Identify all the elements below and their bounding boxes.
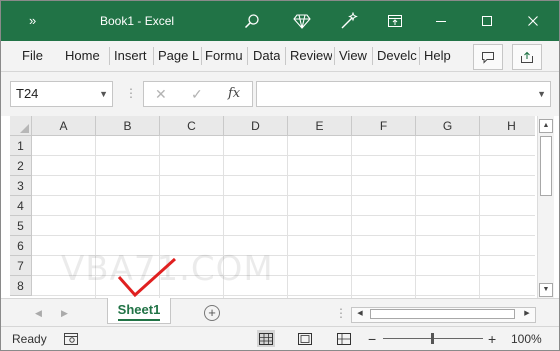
row-header[interactable]: 7 bbox=[10, 256, 32, 276]
comments-button[interactable] bbox=[473, 44, 503, 70]
tab-insert[interactable]: Insert bbox=[114, 41, 147, 71]
tab-separator bbox=[201, 47, 202, 65]
tab-view[interactable]: View bbox=[339, 41, 367, 71]
tab-split-handle-icon[interactable]: ⋮ bbox=[335, 299, 347, 327]
tab-separator bbox=[109, 47, 110, 65]
quick-access-overflow-button[interactable]: » bbox=[29, 1, 36, 41]
cancel-icon[interactable]: ✕ bbox=[155, 82, 167, 106]
tab-help[interactable]: Help bbox=[424, 41, 451, 71]
horizontal-scrollbar[interactable]: ◀ ▶ bbox=[351, 307, 536, 323]
formula-buttons: ✕ ✓ fx bbox=[143, 81, 253, 107]
tab-separator bbox=[247, 47, 248, 65]
maximize-icon[interactable] bbox=[475, 9, 499, 33]
column-header[interactable]: D bbox=[224, 116, 288, 136]
row-header[interactable]: 3 bbox=[10, 176, 32, 196]
zoom-in-button[interactable]: + bbox=[488, 327, 496, 350]
ribbon-display-icon[interactable] bbox=[383, 9, 407, 33]
expand-formula-icon[interactable]: ▼ bbox=[537, 82, 546, 106]
tab-review[interactable]: Review bbox=[290, 41, 332, 71]
zoom-slider-thumb[interactable] bbox=[431, 333, 434, 344]
column-header[interactable]: A bbox=[32, 116, 96, 136]
page-break-view-icon[interactable] bbox=[335, 330, 353, 347]
select-all-button[interactable] bbox=[10, 116, 32, 136]
zoom-level[interactable]: 100% bbox=[511, 327, 542, 350]
status-text: Ready bbox=[12, 332, 47, 346]
title-bar: » Book1 - Excel bbox=[1, 1, 559, 41]
scroll-right-button[interactable]: ▶ bbox=[520, 308, 534, 320]
column-header[interactable]: B bbox=[96, 116, 160, 136]
window-title: Book1 - Excel bbox=[100, 14, 175, 28]
row-header[interactable]: 5 bbox=[10, 216, 32, 236]
column-header[interactable]: E bbox=[288, 116, 352, 136]
scroll-thumb[interactable] bbox=[540, 136, 552, 196]
diamond-icon[interactable] bbox=[290, 9, 314, 33]
tab-data[interactable]: Data bbox=[253, 41, 280, 71]
horizontal-scroll-thumb[interactable] bbox=[370, 309, 515, 319]
share-button[interactable] bbox=[512, 44, 542, 70]
search-icon[interactable] bbox=[240, 9, 264, 33]
scroll-left-button[interactable]: ◀ bbox=[353, 308, 367, 320]
row-header[interactable]: 8 bbox=[10, 276, 32, 296]
sheet-tab-bar: ◀ ▶ Sheet1 + ⋮ ◀ ▶ bbox=[1, 298, 559, 327]
tab-page-layout[interactable]: Page L bbox=[158, 41, 200, 71]
row-header[interactable]: 1 bbox=[10, 136, 32, 156]
checkmark-annotation-icon bbox=[117, 257, 177, 298]
column-header[interactable]: F bbox=[352, 116, 416, 136]
cell-mode-icon[interactable] bbox=[62, 330, 80, 347]
scroll-up-button[interactable]: ▲ bbox=[539, 119, 553, 133]
sheet-nav-next-icon[interactable]: ▶ bbox=[61, 299, 68, 327]
tab-separator bbox=[334, 47, 335, 65]
row-header[interactable]: 6 bbox=[10, 236, 32, 256]
column-header[interactable]: H bbox=[480, 116, 535, 136]
share-icon bbox=[520, 51, 534, 64]
tab-home[interactable]: Home bbox=[65, 41, 100, 71]
sheet-tab-sheet1[interactable]: Sheet1 bbox=[107, 298, 171, 324]
drag-handle-icon[interactable]: ⋮ bbox=[125, 81, 137, 105]
column-header[interactable]: C bbox=[160, 116, 224, 136]
row-header[interactable]: 4 bbox=[10, 196, 32, 216]
tab-separator bbox=[153, 47, 154, 65]
name-box[interactable]: T24 ▼ bbox=[10, 81, 113, 107]
zoom-out-button[interactable]: − bbox=[368, 327, 376, 350]
tab-formulas[interactable]: Formu bbox=[205, 41, 245, 71]
enter-icon[interactable]: ✓ bbox=[191, 82, 203, 106]
wand-icon[interactable] bbox=[337, 9, 361, 33]
excel-window: » Book1 - Excel File Home Insert Page L bbox=[0, 0, 560, 351]
row-header[interactable]: 2 bbox=[10, 156, 32, 176]
column-header[interactable]: G bbox=[416, 116, 480, 136]
add-sheet-button[interactable]: + bbox=[204, 305, 220, 321]
tab-separator bbox=[285, 47, 286, 65]
vertical-scrollbar[interactable]: ▲ ▼ bbox=[537, 116, 554, 298]
scroll-down-button[interactable]: ▼ bbox=[539, 283, 553, 297]
name-box-value: T24 bbox=[16, 86, 39, 101]
page-layout-view-icon[interactable] bbox=[296, 330, 314, 347]
formula-input[interactable]: ▼ bbox=[256, 81, 551, 107]
tab-separator bbox=[372, 47, 373, 65]
minimize-icon[interactable] bbox=[429, 9, 453, 33]
formula-bar-area: T24 ▼ ⋮ ✕ ✓ fx ▼ bbox=[1, 72, 559, 116]
close-icon[interactable] bbox=[521, 9, 545, 33]
insert-function-button[interactable]: fx bbox=[228, 82, 240, 106]
comments-icon bbox=[481, 51, 495, 64]
sheet-nav-prev-icon[interactable]: ◀ bbox=[35, 299, 42, 327]
normal-view-icon[interactable] bbox=[257, 330, 275, 347]
status-bar: Ready − + 100% bbox=[1, 326, 559, 350]
tab-file[interactable]: File bbox=[22, 41, 43, 71]
tab-developer[interactable]: Develc bbox=[377, 41, 417, 71]
chevron-down-icon[interactable]: ▼ bbox=[99, 82, 108, 106]
tab-separator bbox=[419, 47, 420, 65]
ribbon-tabs: File Home Insert Page L Formu Data Revie… bbox=[1, 41, 559, 72]
